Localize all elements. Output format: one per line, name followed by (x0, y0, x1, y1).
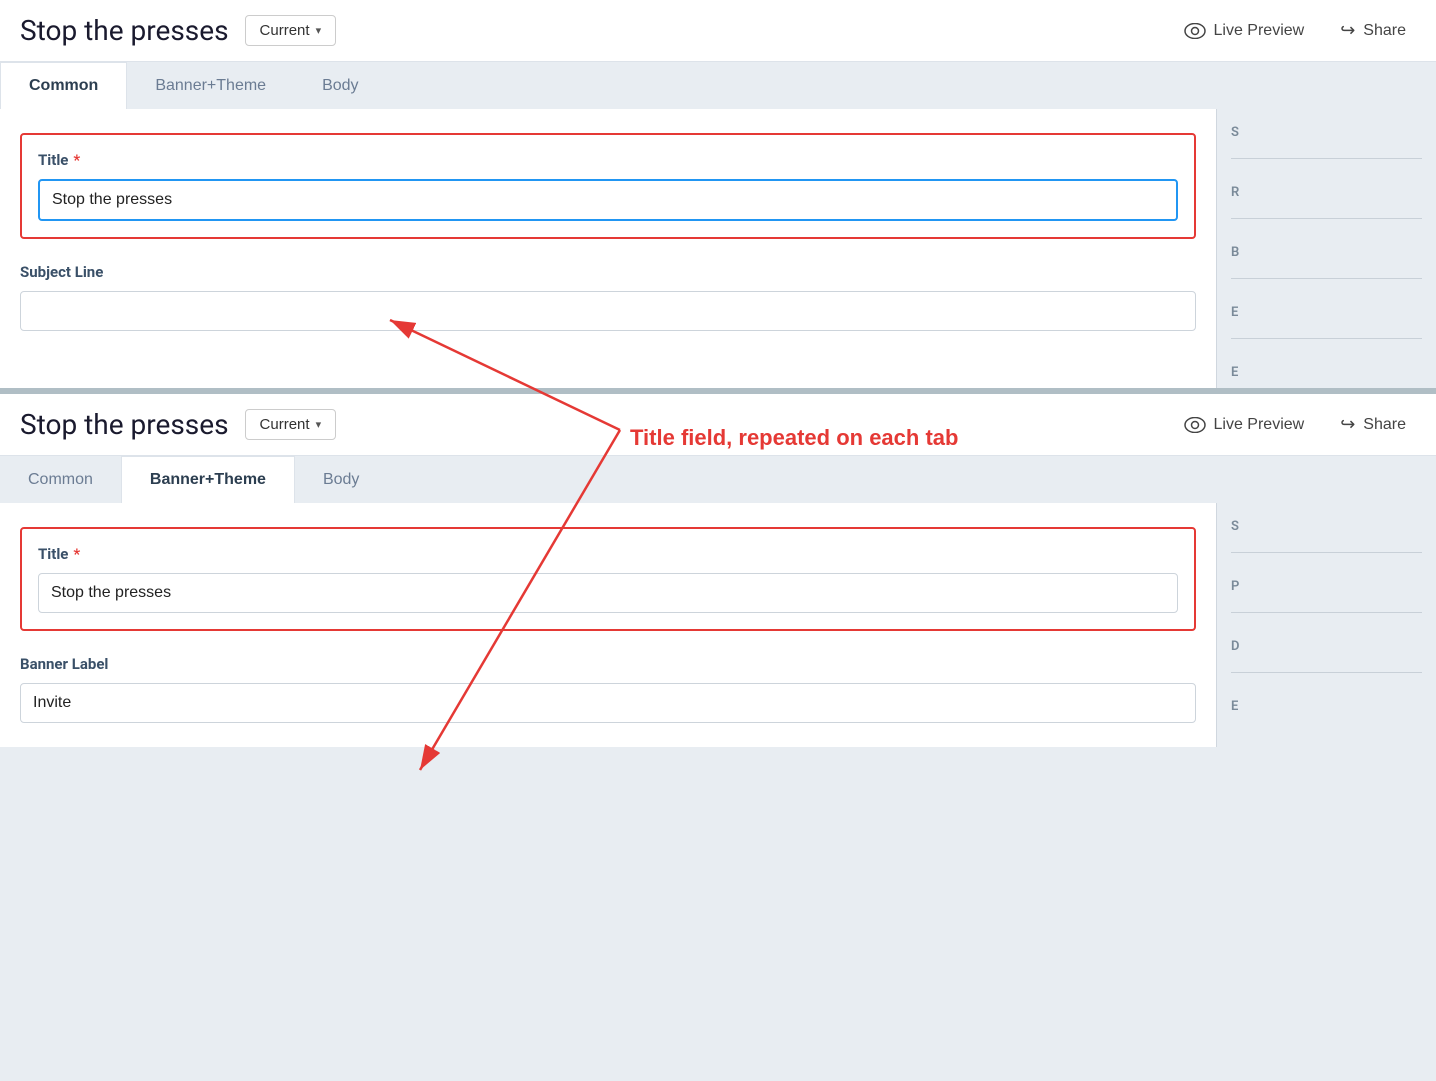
right-col-label-e-bottom: E (1217, 683, 1436, 722)
page-title-bottom: Stop the presses (20, 408, 229, 441)
version-label-top: Current (260, 22, 310, 39)
right-col-label-p-bottom: P (1217, 563, 1436, 602)
bottom-main-col: Title * Banner Label (0, 503, 1216, 747)
tab-banner-theme-top[interactable]: Banner+Theme (127, 62, 294, 109)
top-header: Stop the presses Current ▾ Live Preview … (0, 0, 1436, 62)
bottom-form-area: Title * Banner Label (0, 503, 1216, 747)
version-dropdown-bottom[interactable]: Current ▾ (245, 409, 337, 440)
top-form-area: Title * Subject Line (0, 109, 1216, 355)
right-col-divider3-bottom (1231, 672, 1422, 673)
title-label-top: Title * (38, 151, 1178, 169)
title-input-bottom[interactable] (38, 573, 1178, 613)
right-col-divider3-top (1231, 278, 1422, 279)
required-star-bottom: * (73, 545, 80, 563)
tab-body-top[interactable]: Body (294, 62, 386, 109)
share-label-bottom: Share (1363, 416, 1406, 434)
version-dropdown-top[interactable]: Current ▾ (245, 15, 337, 46)
required-star-top: * (73, 151, 80, 169)
bottom-content-area: Title * Banner Label S P (0, 503, 1436, 747)
bottom-section: Stop the presses Current ▾ Live Preview … (0, 394, 1436, 747)
tabs-bar-bottom: Common Banner+Theme Body (0, 456, 1436, 503)
subject-label-top: Subject Line (20, 263, 1196, 281)
right-sidebar-top: S R B E E (1216, 109, 1436, 388)
live-preview-button-bottom[interactable]: Live Preview (1174, 410, 1315, 440)
page-title-top: Stop the presses (20, 14, 229, 47)
right-col-label-d-bottom: D (1217, 623, 1436, 662)
top-content-area: Title * Subject Line S R (0, 109, 1436, 388)
share-label-top: Share (1363, 22, 1406, 40)
tab-body-bottom[interactable]: Body (295, 456, 387, 503)
right-col-label-e2-top: E (1217, 349, 1436, 388)
tab-common-bottom[interactable]: Common (0, 456, 121, 503)
banner-input-bottom[interactable] (20, 683, 1196, 723)
right-col-divider2-top (1231, 218, 1422, 219)
top-section: Stop the presses Current ▾ Live Preview … (0, 0, 1436, 388)
right-col-label-s-top: S (1217, 109, 1436, 148)
banner-label-bottom: Banner Label (20, 655, 1196, 673)
title-label-bottom: Title * (38, 545, 1178, 563)
subject-input-top[interactable] (20, 291, 1196, 331)
right-col-label-s-bottom: S (1217, 503, 1436, 542)
share-icon-top: ↪ (1340, 20, 1355, 41)
chevron-down-icon-top: ▾ (316, 24, 322, 37)
share-icon-bottom: ↪ (1340, 414, 1355, 435)
right-col-divider4-top (1231, 338, 1422, 339)
tab-common-top[interactable]: Common (0, 62, 127, 109)
subject-section-top: Subject Line (20, 263, 1196, 331)
right-col-label-e1-top: E (1217, 289, 1436, 328)
live-preview-label-bottom: Live Preview (1214, 416, 1305, 434)
right-sidebar-bottom: S P D E (1216, 503, 1436, 747)
title-input-top[interactable] (38, 179, 1178, 221)
right-col-label-r-top: R (1217, 169, 1436, 208)
banner-section-bottom: Banner Label (20, 655, 1196, 723)
right-col-divider1-bottom (1231, 552, 1422, 553)
top-main-col: Title * Subject Line (0, 109, 1216, 388)
bottom-header: Stop the presses Current ▾ Live Preview … (0, 394, 1436, 456)
eye-icon-top (1184, 23, 1206, 39)
tabs-bar-top: Common Banner+Theme Body (0, 62, 1436, 109)
share-button-bottom[interactable]: ↪ Share (1330, 408, 1416, 441)
title-field-box-bottom: Title * (20, 527, 1196, 631)
right-col-divider1-top (1231, 158, 1422, 159)
eye-icon-bottom (1184, 417, 1206, 433)
tab-banner-theme-bottom[interactable]: Banner+Theme (121, 456, 295, 503)
share-button-top[interactable]: ↪ Share (1330, 14, 1416, 47)
version-label-bottom: Current (260, 416, 310, 433)
title-field-box-top: Title * (20, 133, 1196, 239)
live-preview-label-top: Live Preview (1214, 22, 1305, 40)
right-col-divider2-bottom (1231, 612, 1422, 613)
live-preview-button-top[interactable]: Live Preview (1174, 16, 1315, 46)
right-col-label-b-top: B (1217, 229, 1436, 268)
chevron-down-icon-bottom: ▾ (316, 418, 322, 431)
